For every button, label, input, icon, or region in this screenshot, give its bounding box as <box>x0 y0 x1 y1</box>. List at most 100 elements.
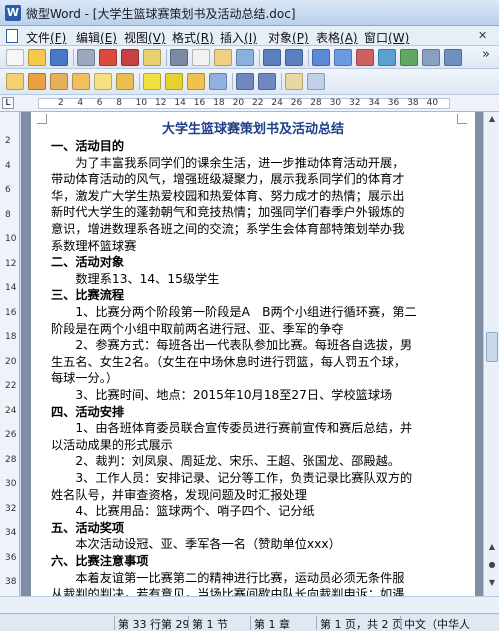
columns-icon[interactable] <box>356 49 374 66</box>
vruler-number: 24 <box>5 405 17 416</box>
vruler-number: 28 <box>5 454 17 465</box>
save-icon[interactable] <box>50 49 68 66</box>
edit-toolbar <box>0 69 499 95</box>
menu-item-label: 插入 <box>220 31 245 45</box>
ruler-number: 16 <box>193 98 206 108</box>
menu-item-7[interactable]: 窗口(W) <box>364 29 409 46</box>
ruler-number: 22 <box>252 98 264 108</box>
vruler-number: 30 <box>5 479 17 489</box>
cut-icon[interactable] <box>170 49 188 66</box>
menu-close-icon[interactable]: ✕ <box>478 29 487 42</box>
vruler-number: 36 <box>5 552 17 563</box>
menu-item-key: (I) <box>244 31 257 45</box>
paragraph-line: 阶段是在两个小组中取前两名进行冠、亚、季军的争夺 <box>51 321 344 336</box>
ruler-number: 30 <box>329 98 342 108</box>
more-icon[interactable] <box>307 73 325 90</box>
menu-item-key: (W) <box>388 31 410 45</box>
toolbar-separator <box>73 49 74 66</box>
horizontal-scrollbar[interactable] <box>0 596 499 613</box>
ruler-number: 32 <box>349 98 361 108</box>
vruler-number: 16 <box>5 307 17 318</box>
toolbar-overflow-icon[interactable]: » <box>482 47 490 62</box>
vertical-ruler[interactable]: 2 4 6 8 10 12 14 16 18 20 22 24 26 28 30 32 34 36 38 <box>0 112 20 596</box>
menu-item-6[interactable]: 表格(A) <box>316 29 358 46</box>
menu-item-2[interactable]: 视图(V) <box>124 29 166 46</box>
paragraph-line: 姓名队号，并审查资格，发现问题及时汇报处理 <box>51 487 307 502</box>
insert-table-icon[interactable] <box>334 49 352 66</box>
paragraph-line: 意识，增进数理系各班之间的交流；系学生会体育部特策划举办我 <box>51 222 405 236</box>
vruler-number: 10 <box>5 234 17 244</box>
image-icon[interactable] <box>400 49 418 66</box>
vruler-number: 22 <box>5 381 17 391</box>
page-up-icon[interactable]: ▲ <box>486 542 498 554</box>
paragraph-line: 系数理杯篮球赛 <box>51 238 137 253</box>
menu-item-5[interactable]: 对象(P) <box>268 29 309 46</box>
tab-stop-selector[interactable]: L <box>2 97 14 109</box>
undo-icon[interactable] <box>263 49 281 66</box>
document-page[interactable]: 大学生篮球赛策划书及活动总结 一、活动目的 为了丰富我系同学们的课余生活，进一步… <box>31 112 475 596</box>
paste-doc-icon[interactable] <box>116 73 134 90</box>
section-heading: 四、活动安排 <box>51 404 125 419</box>
print-icon[interactable] <box>77 49 95 66</box>
frame-icon[interactable] <box>378 49 396 66</box>
replace-doc-icon[interactable] <box>72 73 90 90</box>
ruler-number: 26 <box>290 98 303 108</box>
paragraph-line: 3、工作人员：安排记录、记分等工作，负责记录比赛队双方的 <box>51 471 413 485</box>
highlight-icon[interactable] <box>143 73 161 90</box>
document-icon[interactable] <box>6 29 18 43</box>
menu-item-1[interactable]: 编辑(E) <box>76 29 117 46</box>
page-down-icon[interactable]: ▼ <box>486 578 498 590</box>
select-browse-icon[interactable]: ● <box>486 560 498 572</box>
redo-icon[interactable] <box>285 49 303 66</box>
delete-doc-icon[interactable] <box>50 73 68 90</box>
zoom-icon[interactable] <box>422 49 440 66</box>
redo2-icon[interactable] <box>258 73 276 90</box>
new-icon[interactable] <box>6 49 24 66</box>
vertical-scrollbar[interactable]: ▲ ▲ ● ▼ <box>483 112 499 596</box>
paragraph-line: 2、裁判：刘凤泉、周延龙、宋乐、王超、张国龙、邵殿越。 <box>51 454 401 469</box>
vruler-number: 26 <box>5 430 17 440</box>
ruler-number: 40 <box>426 98 439 108</box>
edit-doc-icon[interactable] <box>6 73 24 90</box>
status-bar: 第 33 行第 29 第 1 节 第 1 章 第 1 页，共 2 页 中文（中华… <box>0 613 499 631</box>
paste-icon[interactable] <box>214 49 232 66</box>
vruler-number: 4 <box>5 160 11 171</box>
comment-icon[interactable] <box>209 73 227 90</box>
toolbar-separator <box>166 49 167 66</box>
section-heading: 二、活动对象 <box>51 255 125 270</box>
doc-map-icon[interactable] <box>444 49 462 66</box>
open-icon[interactable] <box>28 49 46 66</box>
ruler-number: 20 <box>232 98 245 108</box>
horizontal-ruler[interactable]: L 2 4 6 8 10 12 14 16 18 20 22 24 26 28 30 32 34 36 38 40 <box>0 95 499 112</box>
undo2-icon[interactable] <box>236 73 254 90</box>
vruler-number: 38 <box>5 577 17 587</box>
find-icon[interactable] <box>236 49 254 66</box>
ruler-number: 12 <box>155 98 167 108</box>
pen-icon[interactable] <box>187 73 205 90</box>
scroll-up-icon[interactable]: ▲ <box>486 114 498 126</box>
copy-doc-icon[interactable] <box>94 73 112 90</box>
menu-item-4[interactable]: 插入(I) <box>220 29 257 46</box>
table-icon[interactable] <box>312 49 330 66</box>
insert-doc-icon[interactable] <box>28 73 46 90</box>
copy-icon[interactable] <box>192 49 210 66</box>
status-section: 第 1 节 <box>188 616 248 631</box>
section-heading: 一、活动目的 <box>51 139 125 153</box>
menu-item-3[interactable]: 格式(R) <box>172 29 214 46</box>
paragraph-line: 4、比赛用品：篮球两个、哨子四个、记分纸 <box>51 504 315 519</box>
note-icon[interactable] <box>285 73 303 90</box>
status-chapter: 第 1 章 <box>250 616 314 631</box>
paragraph-line: 1、比赛分两个阶段第一阶段是A B两个小组进行循环赛，第二 <box>51 305 417 319</box>
menu-item-label: 窗口 <box>364 31 389 45</box>
print-preview-icon[interactable] <box>99 49 117 66</box>
copy-format-icon[interactable] <box>143 49 161 66</box>
pdf-icon[interactable] <box>121 49 139 66</box>
marker-icon[interactable] <box>165 73 183 90</box>
menu-item-label: 格式 <box>172 31 197 45</box>
document-area: 大学生篮球赛策划书及活动总结 一、活动目的 为了丰富我系同学们的课余生活，进一步… <box>21 112 483 596</box>
scroll-thumb[interactable] <box>486 332 498 362</box>
ruler-number: 24 <box>271 98 283 108</box>
ruler-number: 36 <box>387 98 400 108</box>
menu-item-0[interactable]: 文件(F) <box>26 29 66 46</box>
vruler-number: 8 <box>5 209 11 220</box>
